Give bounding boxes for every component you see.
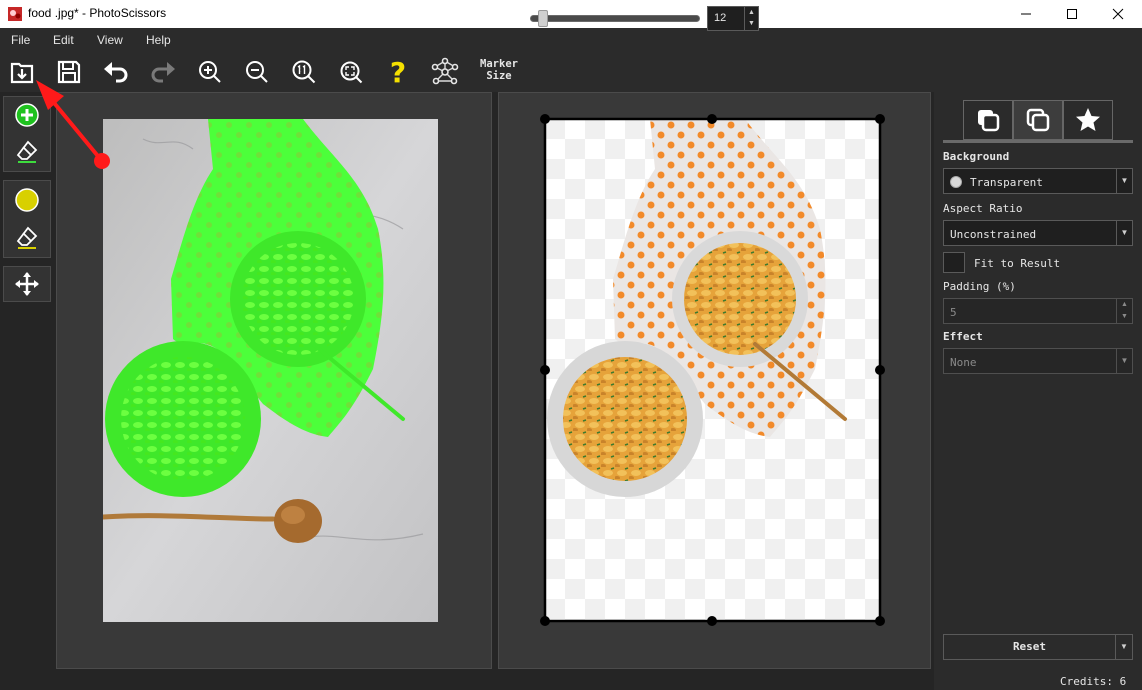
- redo-button[interactable]: [146, 55, 180, 89]
- help-icon: ?: [390, 58, 406, 86]
- undo-icon: [104, 62, 128, 83]
- menu-help[interactable]: Help: [146, 33, 171, 47]
- marker-size-slider[interactable]: [530, 15, 700, 22]
- menu-bar: File Edit View Help: [0, 28, 1142, 52]
- zoom-out-icon: [246, 61, 268, 83]
- reset-button[interactable]: Reset: [943, 634, 1116, 660]
- background-label: Background: [943, 150, 1010, 163]
- foreground-marker-tool[interactable]: [3, 96, 51, 132]
- marker-size-label: Marker Size: [480, 58, 518, 82]
- reset-dropdown-chevron-icon[interactable]: ▼: [1115, 634, 1133, 660]
- chevron-up-icon[interactable]: ▲: [1117, 299, 1132, 311]
- toolbar: ? Marker Size: [0, 52, 1142, 92]
- tab-effects[interactable]: [1063, 100, 1113, 140]
- background-marker-icon: [15, 187, 39, 212]
- chevron-down-icon[interactable]: ▼: [1116, 349, 1132, 373]
- undo-button[interactable]: [99, 55, 133, 89]
- help-button[interactable]: ?: [381, 55, 415, 89]
- background-dropdown[interactable]: Transparent ▼: [943, 168, 1133, 194]
- background-marker-tool[interactable]: [3, 180, 51, 218]
- aspect-ratio-label: Aspect Ratio: [943, 202, 1023, 215]
- redo-icon: [151, 62, 175, 83]
- save-button[interactable]: [52, 55, 86, 89]
- padding-label: Padding (%): [943, 280, 1016, 293]
- effect-label: Effect: [943, 330, 983, 343]
- zoom-fit-icon: [340, 61, 363, 84]
- minimize-button[interactable]: [1003, 0, 1049, 28]
- zoom-out-button[interactable]: [240, 55, 274, 89]
- padding-value[interactable]: 5: [950, 306, 957, 319]
- menu-edit[interactable]: Edit: [53, 33, 74, 47]
- marker-size-stepper[interactable]: ▲ ▼: [744, 7, 758, 30]
- aspect-ratio-dropdown[interactable]: Unconstrained ▼: [943, 220, 1133, 246]
- effect-dropdown[interactable]: None ▼: [943, 348, 1133, 374]
- star-icon: [1076, 108, 1100, 131]
- maximize-icon: [1067, 9, 1077, 19]
- move-icon: [15, 272, 39, 296]
- background-eraser-tool[interactable]: [3, 218, 51, 258]
- padding-spinbox[interactable]: 5 ▲ ▼: [943, 298, 1133, 324]
- marker-size-spinbox[interactable]: 12 ▲ ▼: [707, 6, 759, 31]
- menu-file[interactable]: File: [11, 33, 30, 47]
- effect-value: None: [950, 356, 977, 369]
- background-eraser-icon: [16, 226, 38, 249]
- source-image-canvas[interactable]: [103, 119, 438, 622]
- zoom-actual-icon: [292, 60, 316, 84]
- zoom-in-button[interactable]: [193, 55, 227, 89]
- open-button[interactable]: [5, 55, 39, 89]
- chevron-up-icon[interactable]: ▲: [745, 7, 758, 18]
- background-value: Transparent: [970, 176, 1043, 189]
- maximize-button[interactable]: [1049, 0, 1095, 28]
- padding-stepper[interactable]: ▲ ▼: [1116, 299, 1132, 323]
- close-icon: [1112, 8, 1124, 20]
- chevron-down-icon[interactable]: ▼: [1117, 311, 1132, 323]
- zoom-in-icon: [199, 61, 221, 83]
- close-button[interactable]: [1095, 0, 1141, 28]
- menu-view[interactable]: View: [97, 33, 123, 47]
- fit-to-result-label: Fit to Result: [974, 257, 1061, 270]
- aspect-ratio-value: Unconstrained: [950, 228, 1037, 241]
- window-title: food .jpg* - PhotoScissors: [28, 6, 167, 20]
- zoom-actual-size-button[interactable]: [287, 55, 321, 89]
- tab-indicator: [943, 140, 1133, 143]
- open-icon: [10, 62, 34, 84]
- tab-background[interactable]: [963, 100, 1013, 140]
- copy-icon: [978, 110, 1000, 132]
- tab-foreground[interactable]: [1013, 100, 1063, 140]
- marker-size-slider-handle[interactable]: [538, 10, 548, 27]
- chevron-down-icon[interactable]: ▼: [1116, 169, 1132, 193]
- layers-icon: [1026, 108, 1050, 132]
- chevron-down-icon[interactable]: ▼: [745, 18, 758, 29]
- marker-size-value[interactable]: 12: [714, 12, 726, 24]
- move-tool[interactable]: [3, 266, 51, 302]
- fit-to-result-checkbox[interactable]: [943, 252, 965, 273]
- credits-status: Credits: 6: [1060, 675, 1127, 688]
- chevron-down-icon[interactable]: ▼: [1116, 221, 1132, 245]
- minimize-icon: [1021, 13, 1031, 15]
- foreground-eraser-tool[interactable]: [3, 132, 51, 172]
- network-button[interactable]: [428, 55, 462, 89]
- photoscissors-app-icon: [8, 7, 22, 21]
- save-icon: [57, 60, 81, 84]
- transparent-swatch-icon: [950, 176, 962, 188]
- foreground-eraser-icon: [16, 140, 38, 163]
- result-preview-canvas[interactable]: [540, 114, 885, 626]
- network-icon: [431, 57, 459, 85]
- foreground-marker-icon: [15, 102, 39, 127]
- title-bar: food .jpg* - PhotoScissors: [0, 0, 1142, 28]
- svg-text:?: ?: [390, 58, 406, 86]
- zoom-fit-button[interactable]: [334, 55, 368, 89]
